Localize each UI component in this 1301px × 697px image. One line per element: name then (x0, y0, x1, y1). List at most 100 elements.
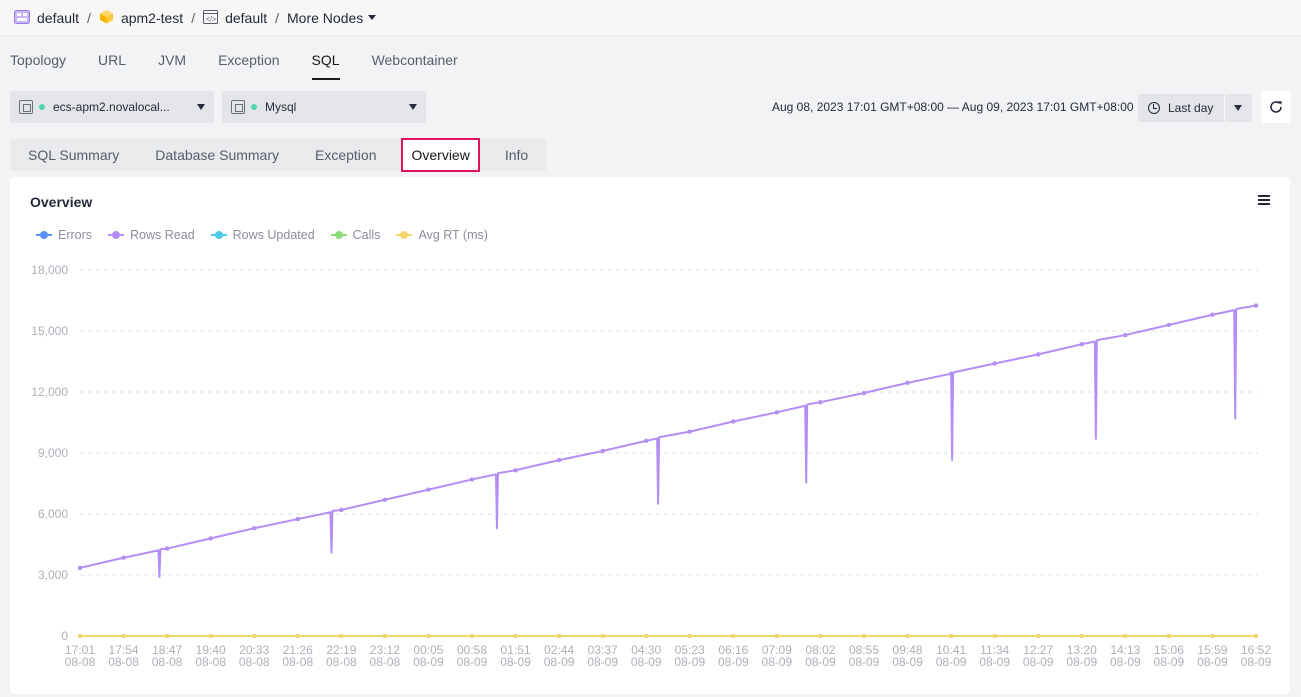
x-tick-date: 08-09 (1154, 655, 1185, 669)
x-tick-date: 08-08 (239, 655, 270, 669)
data-point (905, 380, 910, 386)
breadcrumb-env[interactable]: </> default (203, 9, 267, 27)
data-point (556, 457, 562, 463)
x-tick-date: 08-09 (1066, 655, 1097, 669)
refresh-button[interactable] (1261, 91, 1291, 123)
data-point (644, 634, 649, 638)
more-nodes-dropdown[interactable]: More Nodes (287, 10, 377, 26)
breadcrumb-separator: / (191, 10, 196, 26)
server-icon (19, 100, 33, 114)
more-nodes-label: More Nodes (287, 10, 364, 26)
x-tick-date: 08-09 (1023, 655, 1054, 669)
data-point (513, 468, 518, 473)
data-point (731, 634, 736, 638)
y-tick-label: 3,000 (38, 568, 68, 582)
data-point (644, 438, 649, 443)
series-line-rows-read (79, 304, 1257, 579)
refresh-icon (1270, 101, 1282, 113)
data-point (121, 634, 126, 638)
x-tick-date: 08-09 (936, 655, 967, 669)
data-point (1254, 634, 1258, 638)
data-point (1036, 634, 1041, 638)
x-tick-date: 08-08 (152, 655, 183, 669)
x-tick-date: 08-09 (587, 655, 618, 669)
data-point (818, 399, 823, 405)
x-tick-date: 08-09 (892, 655, 923, 669)
x-tick-date: 08-09 (979, 655, 1010, 669)
tab-webcontainer[interactable]: Webcontainer (372, 52, 458, 75)
data-point (252, 634, 257, 638)
x-tick-date: 08-09 (1241, 655, 1272, 669)
code-window-icon: </> (203, 9, 219, 27)
subtab-overview[interactable]: Overview (401, 138, 480, 172)
x-tick-date: 08-09 (762, 655, 793, 669)
breadcrumb: default / apm2-test / </> default / More… (14, 7, 377, 29)
y-tick-label: 18,000 (31, 263, 68, 277)
caret-down-icon (197, 104, 205, 110)
breadcrumb-project-label: apm2-test (120, 10, 184, 26)
main-tabs: Topology URL JVM Exception SQL Webcontai… (10, 52, 490, 80)
x-tick-date: 08-09 (500, 655, 531, 669)
data-point (426, 634, 431, 638)
tab-exception[interactable]: Exception (218, 52, 279, 75)
tab-sql[interactable]: SQL (311, 52, 340, 80)
data-point (600, 448, 605, 454)
y-tick-label: 12,000 (31, 385, 68, 399)
breadcrumb-separator: / (275, 10, 280, 26)
clock-icon (1148, 102, 1160, 114)
y-tick-label: 0 (61, 629, 68, 643)
breadcrumb-app-label: default (37, 10, 80, 26)
breadcrumb-project[interactable]: apm2-test (99, 9, 183, 27)
period-select[interactable]: Last day (1138, 94, 1252, 122)
data-point (1210, 312, 1215, 317)
overview-card: Overview Errors Rows Read Rows Updated C… (10, 177, 1290, 694)
tab-jvm[interactable]: JVM (158, 52, 186, 75)
x-tick-date: 08-09 (1197, 655, 1228, 669)
data-point (1079, 342, 1084, 347)
x-tick-date: 08-09 (631, 655, 662, 669)
data-point (861, 390, 867, 396)
overview-chart[interactable]: 18,00015,00012,0009,0006,0003,000017:010… (10, 177, 1290, 694)
subtab-database-summary[interactable]: Database Summary (137, 139, 297, 171)
data-point (1210, 634, 1215, 638)
database-select-value: Mysql (265, 100, 297, 114)
data-point (774, 634, 779, 638)
status-dot (251, 104, 257, 110)
data-point (339, 507, 344, 513)
sub-tabs: SQL Summary Database Summary Exception O… (10, 138, 547, 172)
data-point (339, 634, 344, 638)
data-point (818, 634, 823, 638)
data-point (774, 410, 780, 415)
data-point (164, 546, 170, 551)
x-tick-date: 08-08 (326, 655, 357, 669)
divider (1224, 94, 1225, 122)
x-tick-date: 08-08 (370, 655, 401, 669)
subtab-sql-summary[interactable]: SQL Summary (10, 139, 137, 171)
database-select[interactable]: Mysql (222, 91, 426, 123)
x-tick-date: 08-09 (805, 655, 836, 669)
data-point (949, 634, 954, 638)
data-point (1253, 303, 1259, 308)
data-point (252, 526, 257, 531)
subtab-info[interactable]: Info (487, 139, 546, 171)
instance-select-value: ecs-apm2.novalocal... (53, 100, 170, 114)
data-point (687, 429, 692, 434)
breadcrumb-app[interactable]: default (14, 9, 80, 27)
data-point (426, 487, 431, 492)
x-tick-date: 08-08 (282, 655, 313, 669)
tab-topology[interactable]: Topology (10, 52, 66, 75)
data-point (295, 634, 300, 638)
subtab-exception[interactable]: Exception (297, 139, 394, 171)
data-point (77, 565, 83, 571)
x-tick-date: 08-08 (108, 655, 139, 669)
y-tick-label: 6,000 (38, 507, 68, 521)
data-point (382, 634, 387, 638)
data-point (687, 634, 692, 638)
data-point (992, 634, 997, 638)
cube-icon (99, 9, 114, 27)
tab-url[interactable]: URL (98, 52, 126, 75)
data-point (557, 634, 562, 638)
data-point (513, 634, 518, 638)
instance-select[interactable]: ecs-apm2.novalocal... (10, 91, 214, 123)
data-point (121, 555, 126, 560)
